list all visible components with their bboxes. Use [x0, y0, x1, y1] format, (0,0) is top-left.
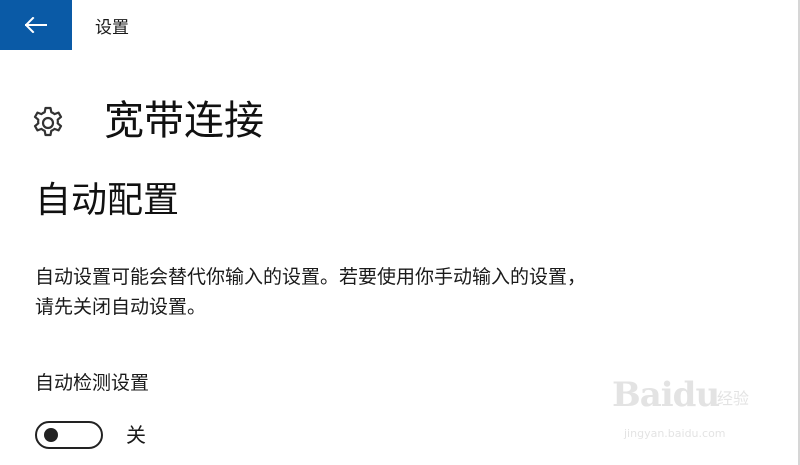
description-line-2: 请先关闭自动设置。 — [35, 296, 207, 318]
baidu-watermark: Baidu 经验 jingyan.baidu.com — [612, 375, 787, 455]
title-bar: 设置 — [0, 0, 798, 50]
back-button[interactable] — [0, 0, 72, 50]
app-title: 设置 — [95, 18, 129, 38]
section-title: 自动配置 — [35, 180, 180, 221]
page-header — [30, 98, 66, 148]
settings-window: 设置 宽带连接 自动配置 自动设置可能会替代你输入的设置。若要使用你手动输入的设… — [0, 0, 800, 465]
gear-icon — [33, 106, 63, 137]
section-description: 自动设置可能会替代你输入的设置。若要使用你手动输入的设置， 请先关闭自动设置。 — [35, 262, 775, 322]
watermark-sub: 经验 — [717, 389, 750, 408]
watermark-brand: Baidu — [612, 375, 720, 415]
back-arrow-icon — [25, 17, 47, 33]
page-title: 宽带连接 — [104, 98, 264, 144]
description-line-1: 自动设置可能会替代你输入的设置。若要使用你手动输入的设置， — [35, 266, 587, 288]
auto-detect-toggle[interactable] — [35, 421, 103, 449]
auto-detect-settings-label: 自动检测设置 — [35, 372, 150, 394]
toggle-knob — [44, 428, 58, 442]
watermark-url: jingyan.baidu.com — [624, 427, 726, 440]
toggle-state-label: 关 — [126, 423, 146, 447]
